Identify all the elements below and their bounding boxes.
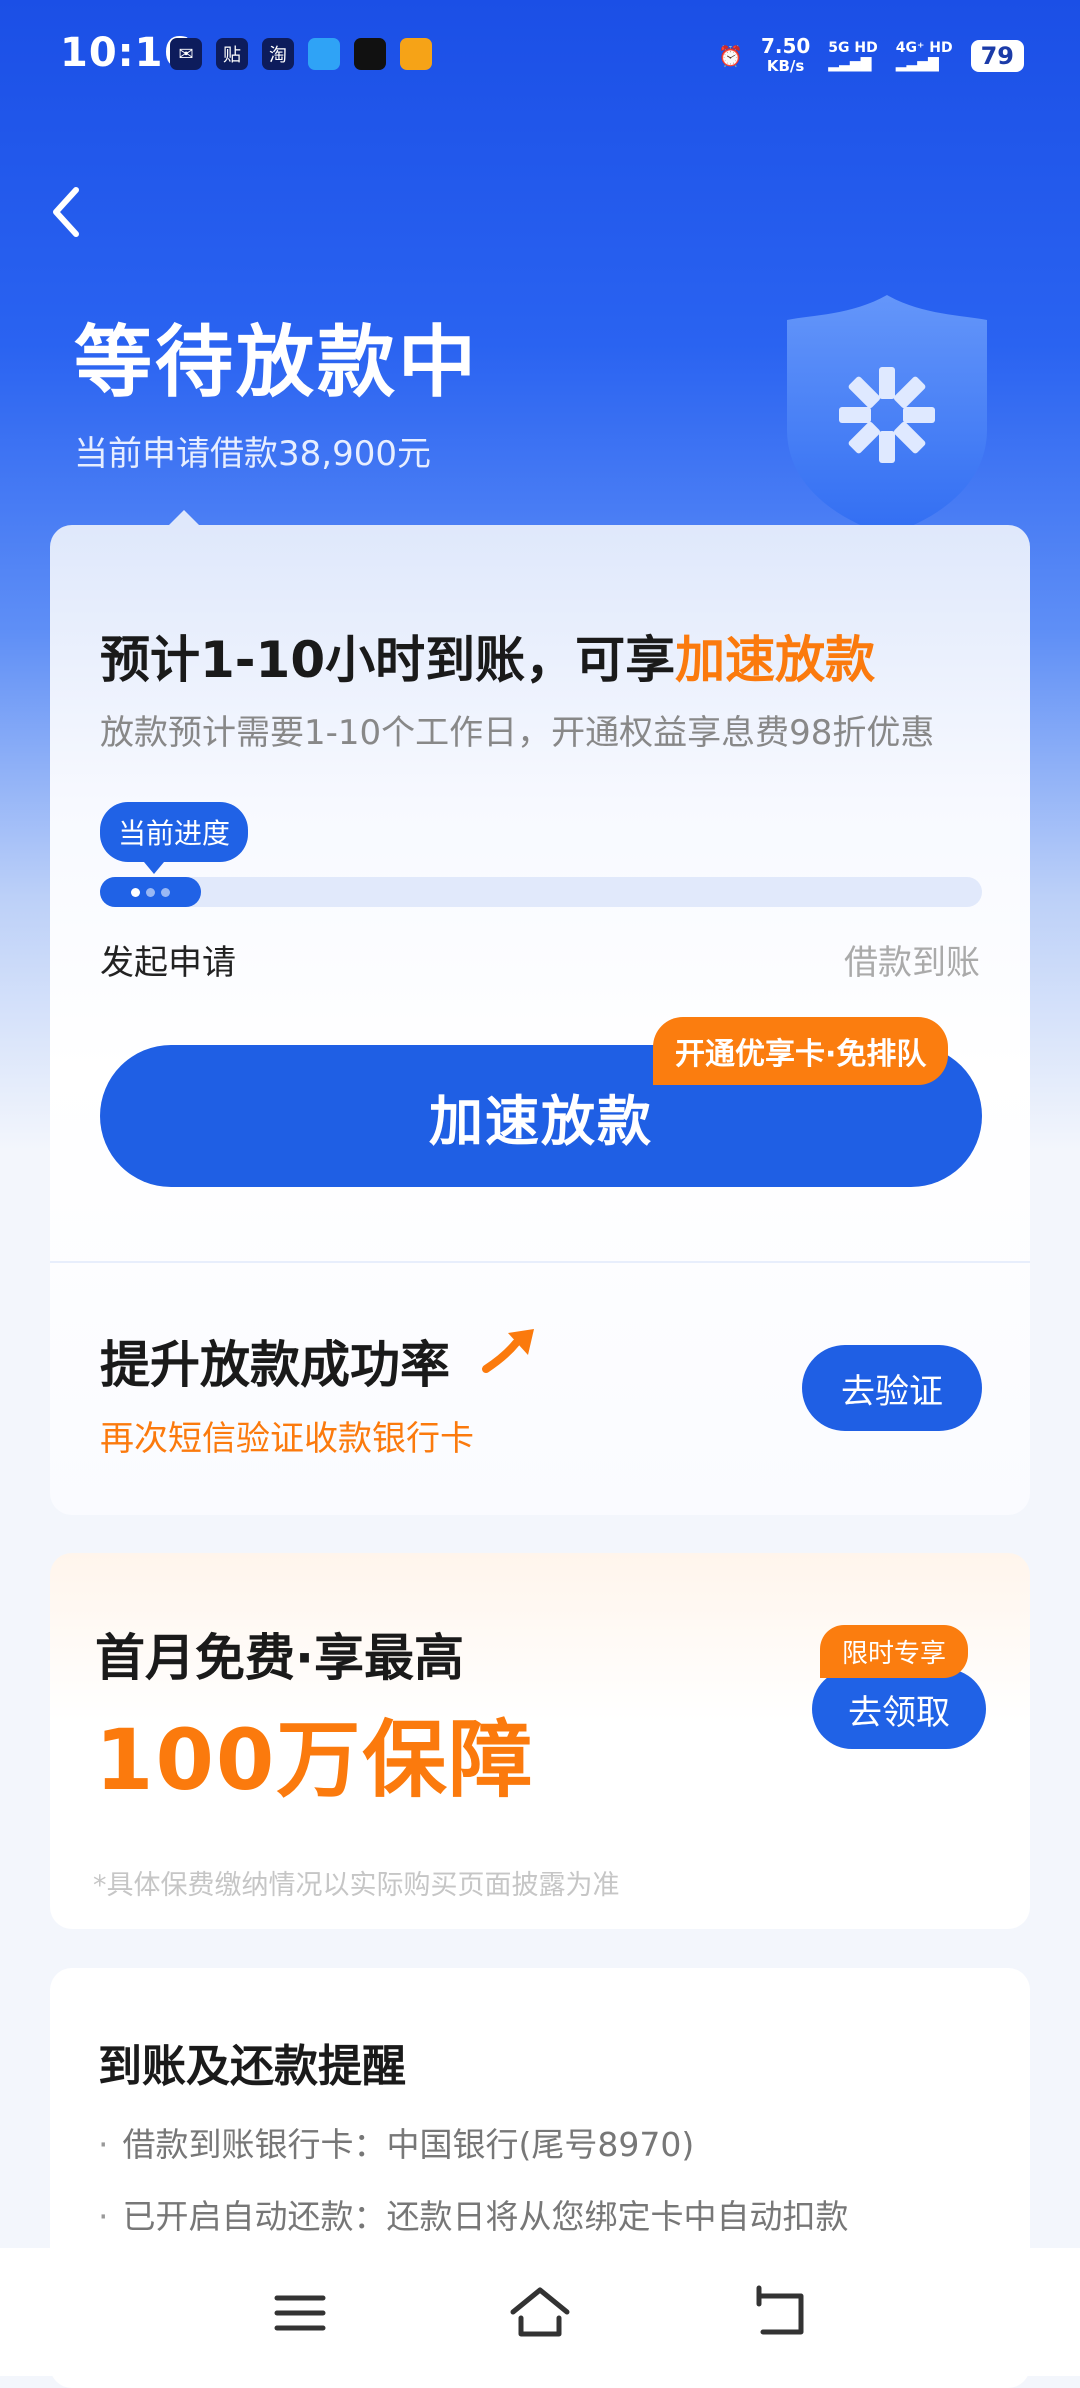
tieba-app-icon: 贴	[216, 38, 248, 70]
progress-card: 预计1-10小时到账，可享加速放款 放款预计需要1-10个工作日，开通权益享息费…	[50, 525, 1030, 1515]
chevron-left-icon	[53, 187, 79, 237]
reminder-item: · 借款到账银行卡：中国银行(尾号8970)	[98, 2125, 695, 2164]
arrival-description: 放款预计需要1-10个工作日，开通权益享息费98折优惠	[100, 713, 935, 753]
limited-offer-tag: 限时专享	[820, 1625, 969, 1678]
home-icon[interactable]	[505, 2278, 575, 2348]
card-pointer	[168, 510, 200, 526]
game-app-icon	[354, 38, 386, 70]
reminder-item: · 已开启自动还款：还款日将从您绑定卡中自动扣款	[98, 2197, 849, 2236]
signal-4g-icon: 4G⁺ HD ▂▃▅▇	[895, 40, 953, 72]
status-bar: 10:16 ✉ 贴 淘 ⏰ 7.50 KB/s 5G HD ▂▃▅▇ 4G⁺ H…	[0, 0, 1080, 115]
trend-up-arrow-icon	[482, 1329, 534, 1373]
shield-logo-icon	[787, 295, 987, 535]
section-divider	[50, 1261, 1030, 1263]
arrival-estimate-headline: 预计1-10小时到账，可享加速放款	[100, 631, 876, 689]
message-icon: ✉	[170, 38, 202, 70]
loan-amount-subtitle: 当前申请借款38,900元	[74, 434, 431, 474]
priority-card-tag: 开通优享卡·免排队	[653, 1017, 949, 1085]
notification-icons: ✉ 贴 淘	[170, 38, 432, 70]
insurance-disclaimer: *具体保费缴纳情况以实际购买页面披露为准	[93, 1870, 620, 1901]
back-nav-icon[interactable]	[745, 2278, 815, 2348]
status-indicators: ⏰ 7.50 KB/s 5G HD ▂▃▅▇ 4G⁺ HD ▂▃▅▇ 79	[718, 36, 1024, 76]
success-rate-title: 提升放款成功率	[100, 1336, 450, 1394]
step-start-label: 发起申请	[100, 943, 236, 983]
insurance-coverage-amount: 100万保障	[95, 1711, 535, 1809]
alarm-icon: ⏰	[718, 44, 743, 68]
network-speed: 7.50 KB/s	[760, 34, 811, 75]
signal-5g-icon: 5G HD ▂▃▅▇	[828, 40, 878, 72]
system-navigation-bar	[0, 2248, 1080, 2376]
claim-button[interactable]: 去领取	[812, 1669, 986, 1749]
step-end-label: 借款到账	[844, 943, 980, 983]
progress-fill	[100, 877, 202, 907]
battery-indicator: 79	[970, 40, 1024, 72]
progress-track	[100, 877, 982, 907]
page-title: 等待放款中	[74, 318, 480, 408]
verify-button[interactable]: 去验证	[802, 1345, 982, 1431]
current-progress-label: 当前进度	[100, 802, 249, 874]
insurance-card[interactable]: 首月免费·享最高 100万保障 限时专享 去领取 *具体保费缴纳情况以实际购买页…	[50, 1553, 1030, 1929]
back-button[interactable]	[48, 182, 88, 242]
menu-icon[interactable]	[265, 2278, 335, 2348]
insurance-offer-line: 首月免费·享最高	[95, 1629, 464, 1687]
sms-verify-hint: 再次短信验证收款银行卡	[100, 1419, 474, 1459]
taobao-app-icon: 淘	[262, 38, 294, 70]
app-notification-icon	[308, 38, 340, 70]
reminder-title: 到账及还款提醒	[98, 2041, 406, 2092]
cartoon-app-icon	[400, 38, 432, 70]
